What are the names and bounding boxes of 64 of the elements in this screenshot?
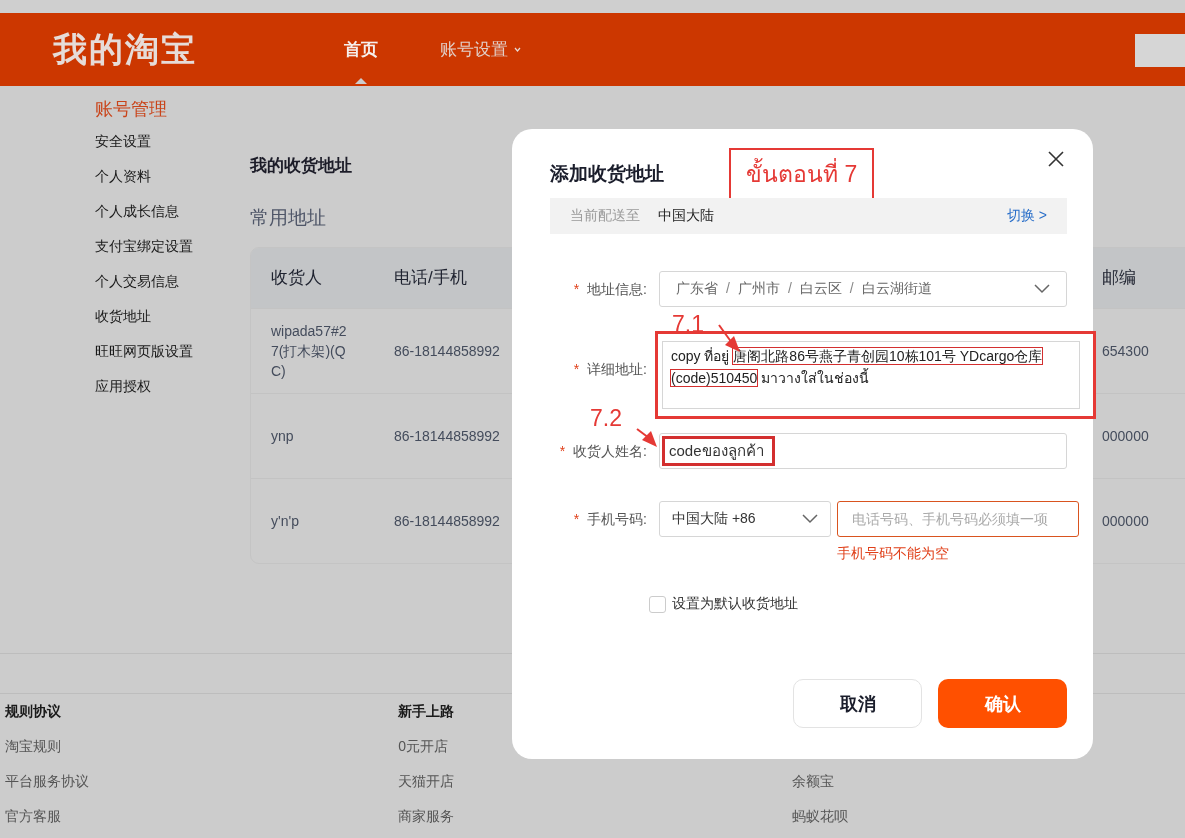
column-header: 收货人 <box>271 268 322 287</box>
column-header: 电话/手机 <box>394 268 467 287</box>
required-mark: * <box>559 443 566 459</box>
cancel-button[interactable]: 取消 <box>793 679 922 728</box>
checkbox[interactable] <box>649 595 666 613</box>
page-title: 我的收货地址 <box>250 155 352 177</box>
footer-link[interactable]: 淘宝规则 <box>5 736 399 771</box>
sidebar-item[interactable]: 个人资料 <box>95 166 250 201</box>
header-input-field[interactable] <box>1135 34 1185 67</box>
sidebar-item[interactable]: 支付宝绑定设置 <box>95 236 250 271</box>
footer-link[interactable]: 平台服务协议 <box>5 771 399 806</box>
footer-link[interactable]: 蚂蚁花呗 <box>791 806 1185 838</box>
country-code-select[interactable]: 中国大陆 +86 <box>659 501 831 537</box>
footer-link[interactable]: 商家服务 <box>398 806 792 838</box>
field-label: 手机号码: <box>587 511 647 527</box>
footer-link[interactable]: 官方客服 <box>5 806 399 838</box>
table-cell: y'n'p <box>271 513 299 529</box>
phone-input-field[interactable]: 电话号码、手机号码必须填一项 <box>837 501 1079 537</box>
table-cell: 000000 <box>1102 513 1149 529</box>
region-value: 中国大陆 <box>658 207 714 225</box>
required-mark: * <box>573 511 580 527</box>
logo[interactable]: 我的淘宝 <box>53 26 291 73</box>
nav-link[interactable]: 账号设置 <box>440 38 508 61</box>
callout-label: 7.2 <box>590 405 622 432</box>
section-title: 常用地址 <box>250 206 326 230</box>
required-mark: * <box>573 361 580 377</box>
table-cell: 86-18144858992 <box>394 343 500 359</box>
callout-arrow <box>636 428 657 447</box>
sidebar-item[interactable]: 旺旺网页版设置 <box>95 341 250 376</box>
table-cell: 654300 <box>1102 343 1149 359</box>
table-cell: ynp <box>271 428 294 444</box>
table-cell: 86-18144858992 <box>394 513 500 529</box>
confirm-button[interactable]: 确认 <box>938 679 1067 728</box>
sidebar-item[interactable]: 应用授权 <box>95 376 250 411</box>
table-cell: 000000 <box>1102 428 1149 444</box>
required-mark: * <box>573 281 580 297</box>
dialog-title: 添加收货地址 <box>550 162 664 186</box>
address-select[interactable]: 广东省 / 广州市 / 白云区 / 白云湖街道 <box>659 271 1067 307</box>
table-cell: wipada57#27(打木架)(QC) <box>271 323 347 379</box>
checkbox-label: 设置为默认收货地址 <box>672 595 798 613</box>
footer-link[interactable]: 余额宝 <box>791 771 1185 806</box>
chevron-down-icon <box>1034 284 1050 294</box>
footer-heading: 新手上路 <box>398 702 456 721</box>
sidebar-item[interactable]: 收货地址 <box>95 306 250 341</box>
chevron-down-icon <box>802 514 818 524</box>
field-label: 详细地址: <box>587 361 647 377</box>
caret-icon <box>514 47 521 52</box>
sidebar-item[interactable]: 安全设置 <box>95 131 250 166</box>
table-cell: 86-18144858992 <box>394 428 500 444</box>
field-label: 收货人姓名: <box>573 443 647 459</box>
column-header: 邮编 <box>1102 268 1136 287</box>
field-label: 地址信息: <box>587 281 647 297</box>
address-textarea[interactable]: copy ที่อยู่ 唐阁北路86号燕子青创园10栋101号 YDcargo仓库 (code)510450 มาวางใส่ในช่องนี้ <box>662 341 1080 409</box>
sidebar-heading: 账号管理 <box>95 98 168 121</box>
sidebar-item[interactable]: 个人交易信息 <box>95 271 250 306</box>
nav-link[interactable]: 首页 <box>344 38 378 61</box>
footer-heading: 规则协议 <box>5 702 62 721</box>
error-message: 手机号码不能为空 <box>837 545 950 563</box>
sidebar-item[interactable]: 个人成长信息 <box>95 201 250 236</box>
name-input-field[interactable]: codeของลูกค้า <box>659 433 1067 469</box>
switch-link[interactable]: 切换 > <box>1006 207 1047 225</box>
footer-link[interactable]: 天猫开店 <box>398 771 792 806</box>
region-label: 当前配送至 <box>570 207 640 225</box>
close-icon[interactable] <box>1047 150 1065 168</box>
